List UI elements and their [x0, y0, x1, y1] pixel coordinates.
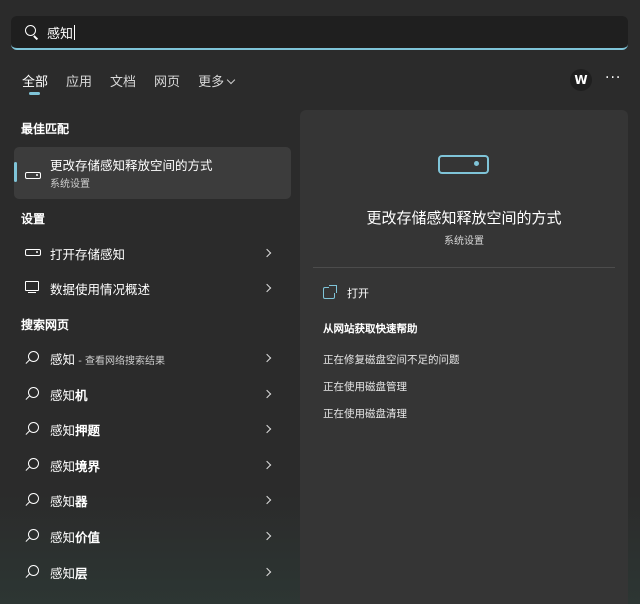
web-result-hint: - 查看网络搜索结果: [75, 356, 165, 367]
open-label: 打开: [347, 287, 369, 300]
tab-web[interactable]: 网页: [154, 71, 180, 95]
tab-documents[interactable]: 文档: [110, 71, 136, 95]
monitor-icon: [25, 281, 41, 295]
section-web-search: 搜索网页: [21, 318, 70, 332]
detail-subtitle: 系统设置: [444, 236, 484, 247]
detail-panel: 更改存储感知释放空间的方式 系统设置 打开 从网站获取快速帮助 正在修复磁盘空间…: [300, 110, 628, 604]
web-result-query: 感知: [50, 566, 76, 581]
drive-icon: [25, 169, 41, 179]
settings-item-storage-sense[interactable]: 打开存储感知: [14, 238, 291, 268]
section-best-match: 最佳匹配: [21, 122, 70, 136]
selection-indicator: [14, 162, 17, 182]
settings-item-label: 打开存储感知: [50, 247, 126, 262]
help-link[interactable]: 正在使用磁盘管理: [323, 379, 407, 394]
web-result-item[interactable]: 感知机: [14, 379, 291, 409]
search-icon: [25, 493, 41, 507]
web-result-suggestion: 境界: [75, 459, 101, 474]
filter-tabs: 全部 应用 文档 网页 更多: [22, 71, 252, 95]
web-result-query: 感知: [50, 423, 76, 438]
web-result-suggestion: 器: [75, 494, 88, 509]
chevron-right-icon: [262, 389, 272, 399]
chevron-right-icon: [262, 248, 272, 258]
detail-title: 更改存储感知释放空间的方式: [366, 209, 562, 227]
open-button[interactable]: 打开: [323, 285, 369, 301]
web-result-item[interactable]: 感知器: [14, 485, 291, 515]
web-result-query: 感知: [50, 352, 76, 367]
divider: [313, 267, 615, 268]
web-result-suggestion: 机: [75, 388, 88, 403]
web-result-suggestion: 价值: [75, 530, 101, 545]
chevron-right-icon: [262, 495, 272, 505]
text-caret: [74, 24, 76, 40]
best-match-title: 更改存储感知释放空间的方式: [50, 158, 213, 173]
chevron-right-icon: [262, 567, 272, 577]
best-match-item[interactable]: 更改存储感知释放空间的方式 系统设置: [14, 147, 291, 199]
web-result-item[interactable]: 感知层: [14, 557, 291, 587]
search-icon: [25, 387, 41, 401]
drive-icon: [25, 246, 41, 260]
web-result-suggestion: 押题: [75, 423, 101, 438]
search-icon: [25, 529, 41, 543]
tab-apps[interactable]: 应用: [66, 71, 92, 95]
web-result-query: 感知: [50, 459, 76, 474]
chevron-right-icon: [262, 353, 272, 363]
web-result-query: 感知: [50, 530, 76, 545]
active-tab-indicator: [29, 92, 40, 95]
help-link[interactable]: 正在修复磁盘空间不足的问题: [323, 352, 460, 367]
help-link[interactable]: 正在使用磁盘清理: [323, 406, 407, 421]
search-icon: [25, 422, 41, 436]
search-icon: [25, 565, 41, 579]
web-result-suggestion: 层: [75, 566, 88, 581]
open-external-icon: [323, 285, 337, 299]
web-result-item[interactable]: 感知价值: [14, 521, 291, 551]
settings-item-label: 数据使用情况概述: [50, 282, 151, 297]
web-result-item[interactable]: 感知境界: [14, 450, 291, 480]
chevron-right-icon: [262, 283, 272, 293]
chevron-down-icon: [226, 75, 236, 85]
search-icon: [25, 458, 41, 472]
settings-item-data-usage[interactable]: 数据使用情况概述: [14, 273, 291, 303]
help-section-title: 从网站获取快速帮助: [323, 323, 418, 335]
web-result-item[interactable]: 感知 - 查看网络搜索结果: [14, 343, 291, 373]
best-match-subtitle: 系统设置: [50, 179, 90, 190]
web-result-query: 感知: [50, 388, 76, 403]
web-result-item[interactable]: 感知押题: [14, 414, 291, 444]
search-icon: [25, 351, 41, 365]
search-input[interactable]: 感知: [47, 23, 76, 42]
tab-all[interactable]: 全部: [22, 71, 48, 95]
drive-icon: [438, 155, 489, 174]
chevron-right-icon: [262, 531, 272, 541]
more-options-button[interactable]: ···: [605, 70, 621, 86]
section-settings: 设置: [21, 212, 46, 226]
chevron-right-icon: [262, 424, 272, 434]
chevron-right-icon: [262, 460, 272, 470]
search-box[interactable]: 感知: [11, 16, 628, 50]
web-result-query: 感知: [50, 494, 76, 509]
avatar[interactable]: W: [570, 69, 592, 91]
tab-more[interactable]: 更多: [198, 71, 236, 95]
search-icon: [25, 25, 39, 39]
